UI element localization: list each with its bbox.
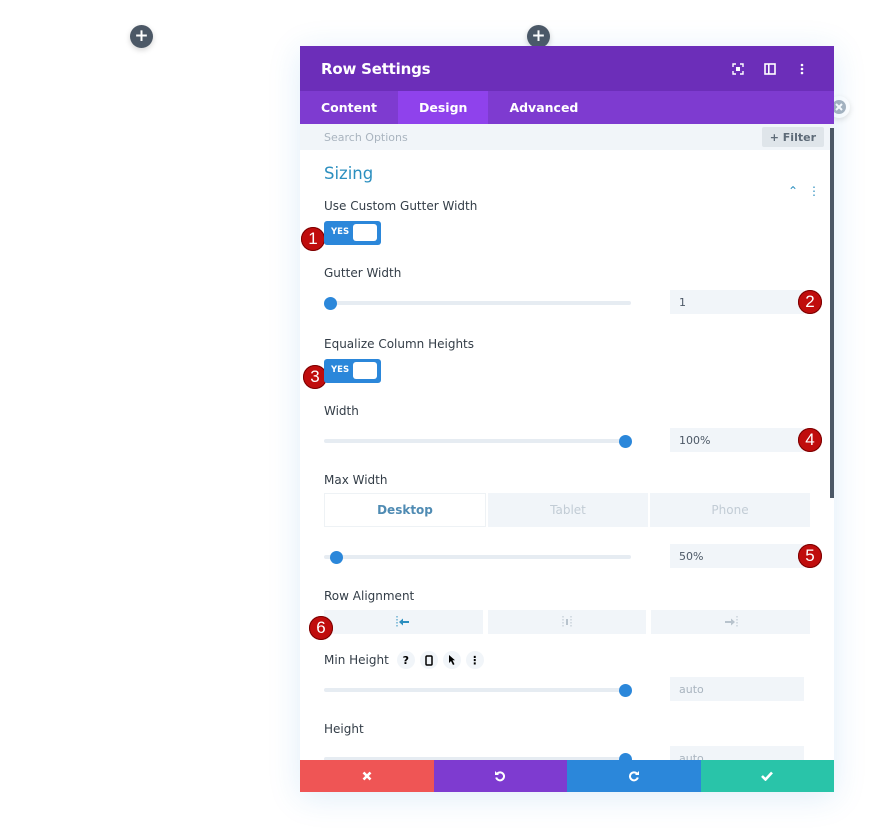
section-title[interactable]: Sizing: [324, 164, 810, 186]
redo-icon: [628, 771, 639, 782]
annotation-badge: 1: [301, 227, 325, 251]
close-icon: [362, 771, 372, 781]
custom-gutter-label: Use Custom Gutter Width: [324, 199, 478, 213]
min-height-slider-thumb[interactable]: [619, 684, 632, 697]
toggle-label: YES: [331, 227, 350, 237]
expand-icon[interactable]: [727, 58, 749, 80]
device-tab-phone[interactable]: Phone: [650, 493, 810, 527]
plus-icon: +: [134, 26, 149, 46]
tab-content[interactable]: Content: [300, 91, 398, 124]
row-alignment-options: [324, 610, 811, 634]
height-label: Height: [324, 722, 364, 736]
tablet-icon[interactable]: [419, 651, 438, 669]
max-width-slider-thumb[interactable]: [329, 551, 343, 564]
plus-icon: +: [531, 26, 546, 46]
gutter-width-slider-thumb[interactable]: [324, 297, 337, 310]
min-height-slider-track[interactable]: [324, 688, 631, 692]
undo-button[interactable]: [433, 760, 567, 792]
chevron-up-icon[interactable]: ⌃: [788, 184, 798, 198]
row-alignment-label: Row Alignment: [324, 589, 415, 603]
max-width-control: 50% 5: [324, 544, 822, 568]
tab-bar: Content Design Advanced: [300, 91, 834, 124]
tab-advanced[interactable]: Advanced: [488, 91, 599, 124]
toggle-knob: [353, 224, 377, 241]
toggle-knob: [353, 362, 377, 379]
align-left-icon: [396, 616, 410, 628]
max-width-slider-track[interactable]: [324, 555, 631, 559]
gutter-width-control: 1 2: [324, 290, 822, 314]
max-width-label: Max Width: [324, 473, 388, 487]
annotation-badge: 4: [798, 428, 822, 452]
align-left-button[interactable]: [324, 610, 483, 634]
add-row-button[interactable]: +: [527, 25, 550, 48]
align-right-icon: [724, 616, 738, 628]
min-height-label: Min Height: [324, 653, 389, 667]
equalize-label: Equalize Column Heights: [324, 337, 475, 351]
device-tab-tablet[interactable]: Tablet: [488, 493, 648, 527]
tab-design[interactable]: Design: [398, 91, 489, 124]
gutter-width-slider-track[interactable]: [324, 301, 631, 305]
align-center-icon: [562, 616, 572, 628]
align-center-button[interactable]: [487, 610, 647, 634]
annotation-badge: 2: [798, 290, 822, 314]
min-height-control: auto: [324, 677, 810, 701]
split-view-icon[interactable]: [759, 58, 781, 80]
annotation-badge: 5: [798, 544, 822, 568]
device-tab-desktop[interactable]: Desktop: [324, 493, 486, 527]
min-height-row: Min Height ? ⋮: [324, 651, 810, 669]
toggle-label: YES: [331, 365, 350, 375]
annotation-badge: 6: [309, 616, 333, 640]
search-options-bar: Search Options + Filter: [300, 124, 834, 150]
cancel-button[interactable]: [300, 760, 434, 792]
redo-button[interactable]: [567, 760, 701, 792]
width-slider-track[interactable]: [324, 439, 631, 443]
search-input[interactable]: Search Options: [324, 131, 762, 144]
equalize-toggle[interactable]: YES: [324, 359, 381, 383]
more-vertical-icon[interactable]: ⋮: [808, 184, 820, 198]
gutter-width-input[interactable]: 1: [670, 290, 804, 314]
undo-icon: [495, 771, 506, 782]
align-right-button[interactable]: [651, 610, 811, 634]
gutter-width-label: Gutter Width: [324, 266, 402, 280]
width-label: Width: [324, 404, 359, 418]
row-settings-modal: Row Settings Content Design Advanced Sea…: [300, 46, 834, 792]
more-vertical-icon[interactable]: ⋮: [465, 651, 484, 669]
cursor-icon[interactable]: [442, 651, 461, 669]
sizing-section: Sizing ⌃ ⋮ Use Custom Gutter Width 1 YES…: [300, 164, 834, 770]
help-icon[interactable]: ?: [396, 651, 415, 669]
modal-header: Row Settings: [300, 46, 834, 91]
save-button[interactable]: [700, 760, 834, 792]
max-width-input[interactable]: 50%: [670, 544, 804, 568]
more-vertical-icon[interactable]: [791, 58, 813, 80]
min-height-input[interactable]: auto: [670, 677, 804, 701]
width-input[interactable]: 100%: [670, 428, 804, 452]
filter-button[interactable]: + Filter: [761, 127, 824, 147]
add-section-button[interactable]: +: [130, 25, 153, 48]
width-control: 100% 4: [324, 428, 822, 452]
device-tabs: Desktop Tablet Phone: [324, 493, 810, 527]
custom-gutter-toggle[interactable]: YES: [324, 221, 381, 245]
width-slider-thumb[interactable]: [619, 435, 632, 448]
check-icon: [761, 771, 774, 781]
modal-footer: [300, 760, 834, 792]
modal-title: Row Settings: [321, 59, 431, 78]
